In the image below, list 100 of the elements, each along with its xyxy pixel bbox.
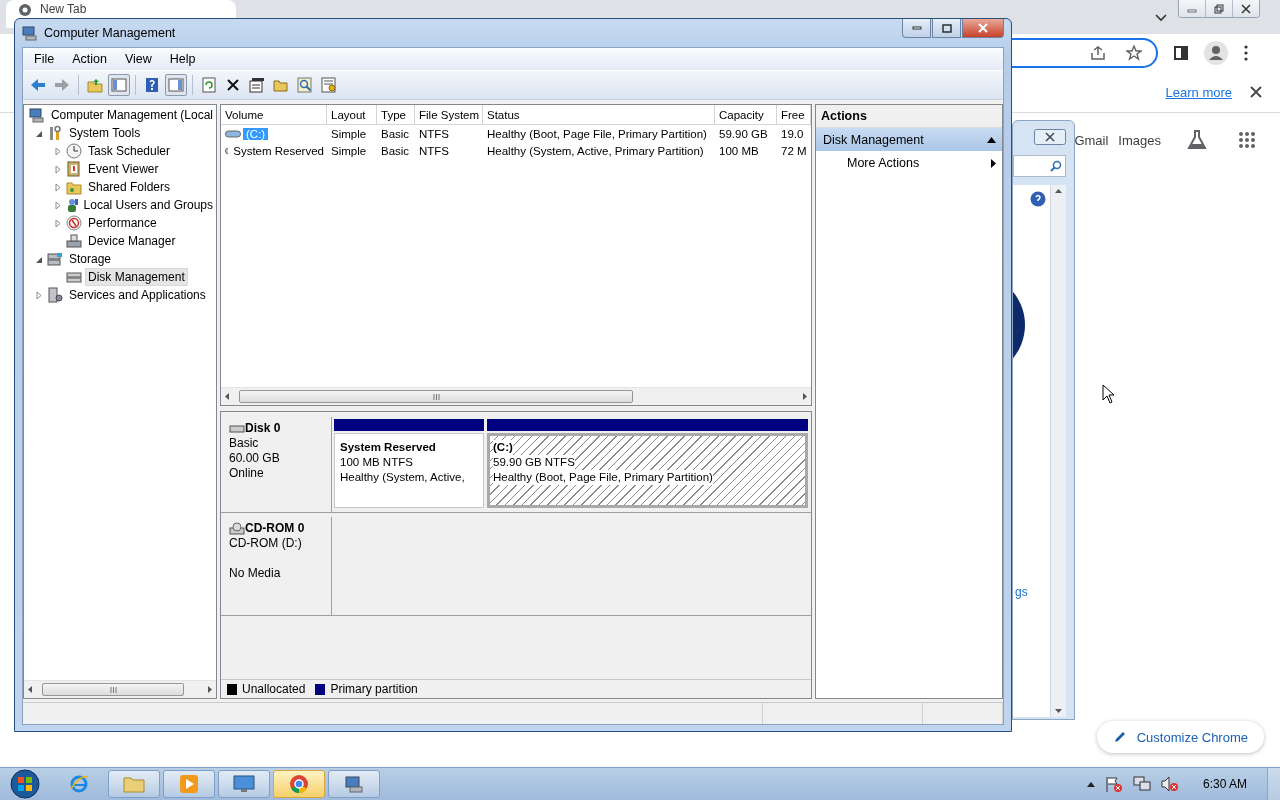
settings-link[interactable]: gs <box>1015 585 1028 599</box>
tree-item[interactable]: Services and Applications <box>66 286 209 304</box>
minimize-icon <box>911 25 922 31</box>
shortcut-link[interactable]: Gmail <box>1074 132 1109 148</box>
minimize-button[interactable] <box>902 19 931 38</box>
show-hidden-icons[interactable] <box>1086 781 1095 787</box>
action-item[interactable]: More Actions <box>816 151 1002 175</box>
tree-item[interactable]: Storage <box>66 250 115 268</box>
tree-item[interactable]: Shared Folders <box>85 178 174 196</box>
maximize-icon <box>941 23 952 33</box>
partition-block[interactable]: System Reserved 100 MB NTFS Healthy (System, Active, <box>334 433 484 508</box>
shortcut-link[interactable]: Images <box>1118 132 1161 148</box>
collapse-arrow-icon[interactable] <box>36 129 43 137</box>
drive-icon <box>225 128 241 139</box>
expand-arrow-icon[interactable] <box>55 182 61 192</box>
help-icon <box>145 77 159 93</box>
star-icon[interactable] <box>1126 45 1142 61</box>
delete-icon <box>226 78 240 92</box>
tree-item[interactable]: Device Manager <box>85 232 179 250</box>
scroll-up-icon <box>1055 189 1062 193</box>
menu-item[interactable]: File <box>25 52 64 66</box>
disk-type: Basic <box>229 436 260 451</box>
share-icon[interactable] <box>1090 45 1106 61</box>
expand-arrow-icon[interactable] <box>55 218 61 228</box>
mouse-cursor-icon <box>1102 384 1116 404</box>
profile-icon[interactable] <box>1204 41 1228 65</box>
menu-item[interactable]: View <box>115 52 161 66</box>
partition-block[interactable]: (C:) 59.90 GB NTFS Healthy (Boot, Page File, Primary Partition) <box>487 433 808 508</box>
tree-item[interactable]: Computer Management (Local <box>47 106 216 124</box>
close-button[interactable] <box>1232 0 1259 17</box>
column-header[interactable]: Capacity <box>715 105 777 125</box>
network-icon[interactable] <box>1132 776 1151 792</box>
restore-button[interactable] <box>1205 0 1232 17</box>
tree-item[interactable]: Event Viewer <box>85 160 162 178</box>
legend-label: Primary partition <box>330 682 418 696</box>
menu-icon[interactable] <box>1244 45 1248 61</box>
collapse-arrow-icon[interactable] <box>987 136 996 143</box>
table-cell: Simple <box>331 127 367 140</box>
table-cell: Basic <box>381 144 410 157</box>
apps-grid-icon[interactable] <box>1238 131 1256 149</box>
folder-up-icon <box>87 77 103 93</box>
close-icon[interactable] <box>1034 129 1066 145</box>
actions-section[interactable]: Disk Management <box>816 128 1002 151</box>
menu-item[interactable]: Help <box>160 52 205 66</box>
column-header[interactable]: Status <box>483 105 715 125</box>
taskbar-app[interactable] <box>218 770 270 798</box>
computer-icon <box>344 774 364 794</box>
tree-item[interactable]: Task Scheduler <box>85 142 174 160</box>
close-icon[interactable] <box>1250 86 1262 98</box>
tree-item[interactable]: System Tools <box>66 124 144 142</box>
expand-arrow-icon[interactable] <box>55 146 61 156</box>
taskbar-app[interactable] <box>273 770 325 798</box>
flag-icon[interactable] <box>1104 776 1123 792</box>
partition-name: System Reserved <box>340 440 436 455</box>
horizontal-scrollbar[interactable] <box>24 680 216 698</box>
column-header[interactable]: File System <box>415 105 483 125</box>
disk-drive-icon <box>229 424 245 433</box>
table-cell: NTFS <box>419 127 450 140</box>
document-gear-icon <box>321 77 337 93</box>
disk-size: 60.00 GB <box>229 451 281 466</box>
speaker-muted-icon[interactable] <box>1160 776 1179 792</box>
folder-icon <box>123 775 145 793</box>
action-pane-button[interactable] <box>165 74 187 96</box>
chrome-icon <box>289 774 309 794</box>
disk-type: CD-ROM (D:) <box>229 536 303 551</box>
console-tree-button[interactable] <box>108 74 130 96</box>
column-header[interactable]: Layout <box>327 105 377 125</box>
table-cell[interactable]: System Reserved <box>230 144 327 157</box>
scroll-left-icon <box>225 393 229 400</box>
learn-more-link[interactable]: Learn more <box>1165 84 1232 100</box>
side-panel-icon[interactable] <box>1174 46 1188 60</box>
actions-title: Actions <box>816 105 1002 128</box>
tree-item[interactable]: Local Users and Groups <box>80 196 216 214</box>
menu-item[interactable]: Action <box>63 52 116 66</box>
taskbar-app[interactable] <box>328 770 380 798</box>
customize-chrome-button[interactable]: Customize Chrome <box>1096 721 1264 753</box>
scrollbar[interactable] <box>1050 185 1066 717</box>
search-icon[interactable] <box>1050 160 1062 172</box>
table-cell: 19.0 <box>781 127 804 140</box>
column-header[interactable]: Free <box>777 105 811 125</box>
tree-item[interactable]: Performance <box>85 214 160 232</box>
expand-arrow-icon[interactable] <box>55 200 61 210</box>
maximize-button[interactable] <box>932 19 961 38</box>
taskbar-app[interactable] <box>163 770 215 798</box>
media-player-icon <box>179 774 199 794</box>
column-header[interactable]: Volume <box>221 105 327 125</box>
expand-arrow-icon[interactable] <box>36 290 42 300</box>
help-icon[interactable] <box>1030 191 1046 207</box>
column-header[interactable]: Type <box>377 105 415 125</box>
computer-icon <box>22 25 38 41</box>
collapse-arrow-icon[interactable] <box>36 255 43 263</box>
search-field[interactable] <box>1013 155 1066 177</box>
horizontal-scrollbar[interactable] <box>221 387 811 405</box>
pencil-icon <box>1112 730 1127 744</box>
disk-name: CD-ROM 0 <box>229 521 331 536</box>
search-icon <box>297 77 313 93</box>
window-title: Computer Management <box>44 26 177 40</box>
expand-arrow-icon[interactable] <box>55 164 61 174</box>
flask-icon[interactable] <box>1186 129 1208 151</box>
tree-item[interactable]: Disk Management <box>85 268 188 286</box>
